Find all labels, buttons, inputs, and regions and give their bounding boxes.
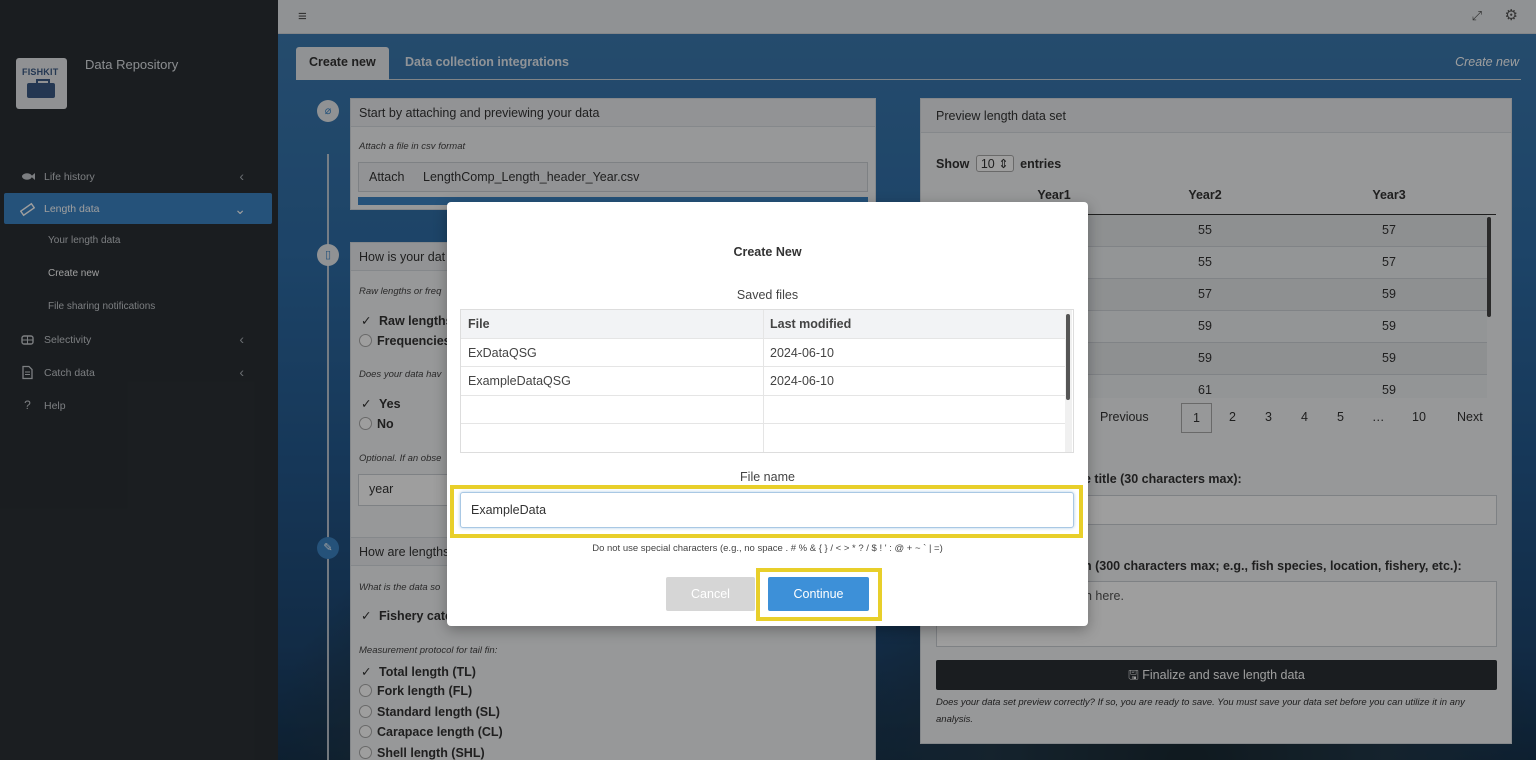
table-row[interactable]: ExampleDataQSG 2024-06-10 — [461, 367, 1067, 396]
table-row-empty — [461, 424, 1067, 452]
table-row-empty — [461, 396, 1067, 424]
file-name-label: File name — [740, 470, 795, 484]
continue-button[interactable]: Continue — [768, 577, 869, 611]
file-name-cell: ExampleDataQSG — [468, 374, 571, 388]
table-row[interactable]: ExDataQSG 2024-06-10 — [461, 339, 1067, 367]
create-new-modal: Create New Saved files File Last modifie… — [447, 202, 1088, 626]
special-characters-note: Do not use special characters (e.g., no … — [592, 543, 943, 554]
table-scrollbar[interactable] — [1065, 310, 1072, 452]
file-name-cell: ExDataQSG — [468, 345, 537, 360]
saved-files-table: File Last modified ExDataQSG 2024-06-10 … — [460, 309, 1074, 453]
saved-files-label: Saved files — [736, 288, 799, 302]
file-name-input[interactable]: ExampleData — [460, 492, 1074, 528]
last-modified-cell: 2024-06-10 — [770, 345, 834, 360]
scrollbar-thumb[interactable] — [1066, 314, 1070, 400]
modal-title: Create New — [733, 245, 802, 259]
table-header-row: File Last modified — [461, 310, 1067, 339]
column-header-last-modified: Last modified — [770, 317, 852, 331]
last-modified-cell: 2024-06-10 — [770, 374, 834, 388]
cancel-button[interactable]: Cancel — [666, 577, 755, 611]
column-divider — [763, 310, 764, 452]
column-header-file: File — [468, 317, 490, 331]
